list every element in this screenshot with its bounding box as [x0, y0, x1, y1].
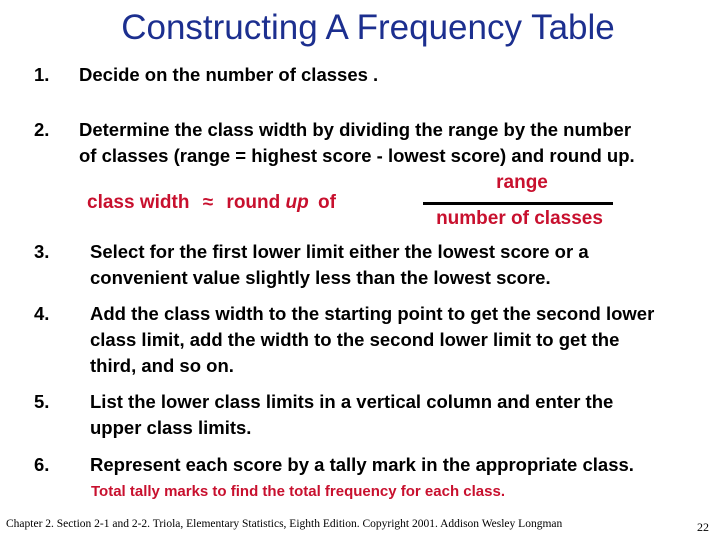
step-number: 3.: [34, 241, 50, 262]
tally-note: Total tally marks to find the total freq…: [91, 483, 505, 500]
step-number: 2.: [34, 119, 50, 140]
step-text-line-1: Select for the first lower limit either …: [90, 241, 589, 262]
formula-up: up: [285, 192, 309, 213]
footer-citation: Chapter 2. Section 2-1 and 2-2. Triola, …: [6, 518, 563, 530]
page-number: 22: [697, 520, 709, 534]
formula-lhs: class width ≈ round up of: [87, 192, 336, 214]
step-number: 1.: [34, 64, 50, 85]
formula-class-width: class width: [87, 192, 190, 213]
step-text-line-3: third, and so on.: [90, 355, 234, 376]
step-number: 4.: [34, 303, 50, 324]
fraction-denominator: number of classes: [436, 208, 603, 229]
approx-icon: ≈: [202, 192, 214, 213]
step-text-line-1: Add the class width to the starting poin…: [90, 303, 655, 324]
step-2: 2. Determine the class width by dividing…: [34, 116, 714, 170]
step-text-line-2: convenient value slightly less than the …: [90, 267, 551, 288]
slide-title: Constructing A Frequency Table: [121, 8, 615, 47]
step-text: Represent each score by a tally mark in …: [90, 454, 634, 475]
step-text-line-1: Determine the class width by dividing th…: [79, 119, 632, 140]
fraction-bar: [423, 202, 613, 205]
step-text-line-2: class limit, add the width to the second…: [90, 329, 620, 350]
step-4: 4. Add the class width to the starting p…: [34, 300, 714, 380]
step-text-line-2: upper class limits.: [90, 417, 252, 438]
formula-of: of: [318, 192, 336, 213]
step-text: Decide on the number of classes .: [79, 64, 379, 85]
fraction-numerator: range: [496, 172, 548, 193]
formula-round: round: [226, 192, 281, 213]
step-3: 3. Select for the first lower limit eith…: [34, 238, 714, 292]
step-number: 6.: [34, 454, 50, 475]
step-number: 5.: [34, 391, 50, 412]
step-5: 5. List the lower class limits in a vert…: [34, 388, 714, 442]
class-width-formula: class width ≈ round up of range number o…: [87, 172, 647, 234]
step-text-line-1: List the lower class limits in a vertica…: [90, 391, 614, 412]
step-text-line-2: of classes (range = highest score - lowe…: [79, 145, 635, 166]
